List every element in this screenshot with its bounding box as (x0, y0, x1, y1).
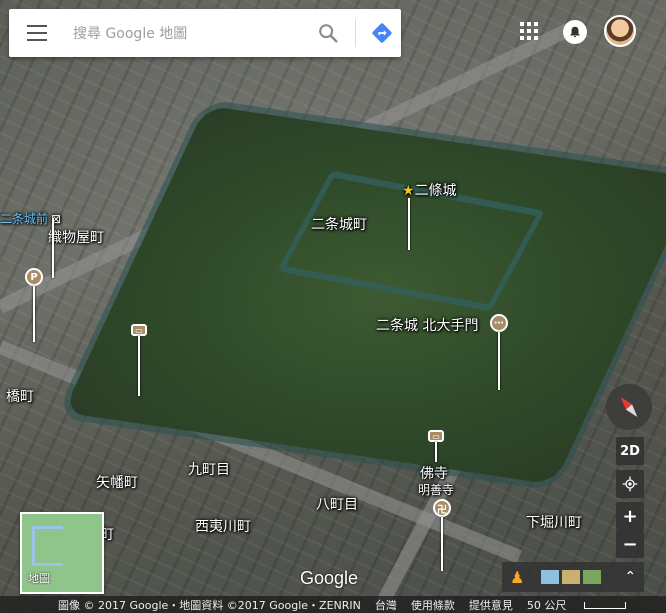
poi-kitaotemon[interactable]: 二条城 北大手門 (376, 315, 478, 335)
search-icon[interactable] (317, 22, 339, 44)
label-nishiebisugawa-cho: 西夷川町 (195, 519, 251, 535)
my-location-button[interactable] (616, 470, 644, 498)
search-input[interactable] (71, 21, 305, 47)
label-hatchome: 八町目 (316, 497, 358, 513)
notification-bell-icon[interactable] (563, 20, 587, 44)
label-yawata-cho: 矢幡町 (96, 475, 138, 491)
scale-bar (584, 602, 627, 609)
layers-strip: ♟ ⌃ (502, 562, 644, 592)
parking-icon[interactable]: P (25, 268, 43, 286)
pin-line (441, 517, 443, 571)
terms-link[interactable]: 使用條款 (411, 597, 455, 613)
search-box (9, 9, 401, 57)
toggle-2d-button[interactable]: 2D (616, 437, 644, 465)
zoom-in-button[interactable]: + (616, 502, 644, 530)
label-nijojo-cho: 二条城町 (311, 217, 367, 233)
temple-icon[interactable]: 卍 (433, 499, 451, 517)
directions-icon[interactable] (371, 22, 393, 44)
pin-line (138, 336, 140, 396)
scale-label[interactable]: 50 公尺 (527, 597, 641, 613)
copyright-text: 圖像 © 2017 Google・地圖資料 ©2017 Google・ZENRI… (58, 598, 361, 612)
layer-thumbnail[interactable] (541, 570, 560, 584)
pegman-icon[interactable]: ♟ (510, 568, 524, 587)
layer-thumbnail[interactable] (562, 570, 581, 584)
nijo-castle-grounds (62, 105, 666, 485)
pin-line (408, 198, 410, 250)
bus-stop-icon[interactable]: ▭ (131, 324, 147, 336)
pin-line (498, 332, 500, 390)
poi-butsu-ji[interactable]: 佛寺 (420, 463, 448, 483)
minimap-label: 地圖 (28, 572, 50, 585)
compass-icon[interactable] (606, 384, 652, 430)
apps-grid-icon[interactable] (520, 22, 538, 40)
minimap-toggle[interactable]: 地圖 (20, 512, 104, 594)
pin-line (435, 442, 437, 462)
star-icon: ★ (402, 183, 415, 199)
pin-line (33, 286, 35, 342)
poi-nijo-castle[interactable]: ★二條城 (402, 180, 457, 200)
label-bashi-cho: 橋町 (6, 389, 34, 405)
attribution-footer: 圖像 © 2017 Google・地圖資料 ©2017 Google・ZENRI… (0, 596, 666, 613)
gate-icon[interactable]: ⋯ (490, 314, 508, 332)
feedback-link[interactable]: 提供意見 (469, 597, 513, 613)
bus-stop-icon[interactable]: ▭ (428, 430, 444, 442)
search-divider (355, 19, 356, 47)
location-target-icon (622, 476, 638, 492)
label-orimonoya-cho: 織物屋町 (48, 230, 104, 246)
expand-chevron-icon[interactable]: ⌃ (624, 569, 636, 585)
label-shimohorikawa-cho: 下堀川町 (526, 515, 582, 531)
pin-line (52, 218, 54, 278)
region-link[interactable]: 台灣 (375, 597, 397, 613)
zoom-out-button[interactable]: − (616, 530, 644, 558)
poi-myozen-ji[interactable]: 明善寺 (418, 481, 454, 498)
menu-icon[interactable] (27, 25, 47, 41)
layer-thumbnail[interactable] (583, 570, 602, 584)
google-logo: Google (300, 568, 359, 588)
label-kyuu-chome: 九町目 (188, 462, 230, 478)
user-avatar[interactable] (604, 15, 636, 47)
